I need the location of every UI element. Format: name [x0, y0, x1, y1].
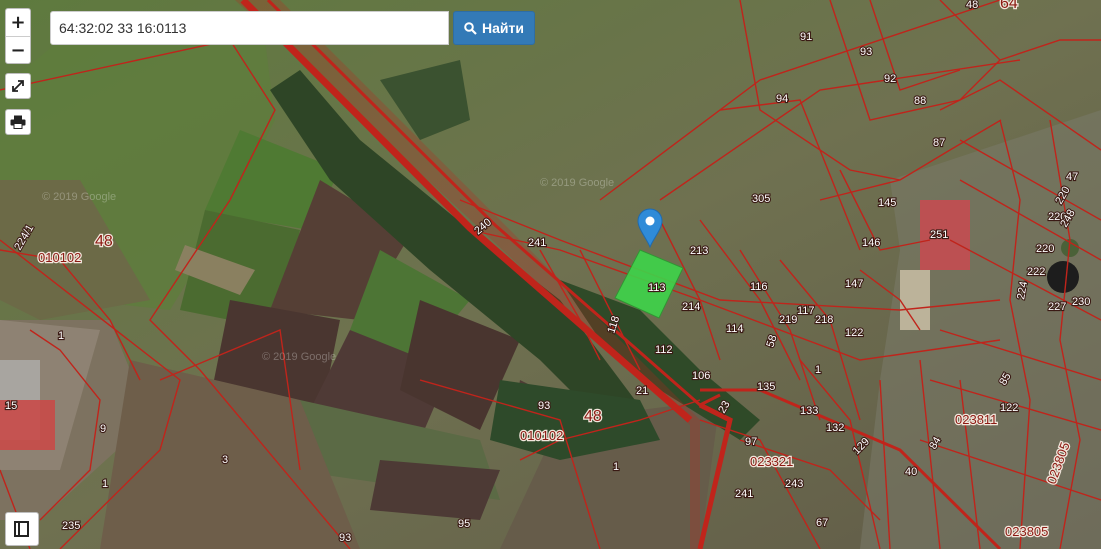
parcel-number-label: 133	[800, 405, 818, 417]
cadastral-map[interactable]: 113 © 2019 Google © 2019 Google © 2019 G…	[0, 0, 1101, 549]
parcel-number-label: 122	[1000, 402, 1018, 414]
zoom-control: + −	[5, 8, 31, 64]
parcel-number-label: 93	[339, 532, 351, 544]
zoom-in-button[interactable]: +	[6, 9, 30, 36]
parcel-number-label: 15	[5, 400, 17, 412]
parcel-number-label: 93	[860, 46, 872, 58]
watermark: © 2019 Google	[42, 191, 116, 203]
parcel-number-label: 1	[58, 330, 64, 342]
zoom-out-button[interactable]: −	[6, 36, 30, 63]
parcel-number-label: 92	[884, 73, 896, 85]
parcel-number-label: 241	[735, 488, 753, 500]
parcel-number-label: 214	[682, 301, 700, 313]
cadastral-search-input[interactable]	[50, 11, 449, 45]
parcel-number-label: 9	[100, 423, 106, 435]
parcel-number-label: 21	[636, 385, 648, 397]
parcel-number-label: 146	[862, 237, 880, 249]
parcel-number-label: 227	[1048, 301, 1066, 313]
parcel-number-label: 243	[785, 478, 803, 490]
quarter-label: 48	[95, 233, 113, 250]
watermark: © 2019 Google	[262, 351, 336, 363]
parcel-number-label: 93	[538, 400, 550, 412]
parcel-number-label: 117	[797, 305, 815, 317]
parcel-number-label: 87	[933, 137, 945, 149]
parcel-number-label: 1	[102, 478, 108, 490]
parcel-number-label: 48	[966, 0, 978, 11]
quarter-label: 010102	[38, 250, 81, 265]
parcel-number-label: 114	[726, 323, 744, 335]
parcel-number-label: 40	[905, 466, 917, 478]
parcel-number-label: 235	[62, 520, 80, 532]
parcel-number-label: 251	[930, 229, 948, 241]
parcel-number-label: 3	[222, 454, 228, 466]
quarter-label: 010102	[520, 428, 563, 443]
quarter-label: 023811	[955, 412, 997, 427]
parcel-number-label: 218	[815, 314, 833, 326]
parcel-number-label: 241	[528, 237, 546, 249]
parcel-number-label: 305	[752, 193, 770, 205]
quarter-label: 64	[1000, 0, 1018, 12]
parcel-number-label: 67	[816, 517, 828, 529]
parcel-number-label: 95	[458, 518, 470, 530]
parcel-number-label: 1	[815, 364, 821, 376]
parcel-number-label: 94	[776, 93, 788, 105]
print-icon	[10, 115, 26, 129]
quarter-label: 023321	[750, 454, 793, 469]
watermark: © 2019 Google	[540, 177, 614, 189]
parcel-number-label: 97	[745, 436, 757, 448]
parcel-number-label: 91	[800, 31, 812, 43]
parcel-number-label: 106	[692, 370, 710, 382]
book-icon	[14, 521, 29, 537]
parcel-number-label: 116	[750, 281, 768, 293]
print-button[interactable]	[5, 109, 31, 135]
parcel-number-label: 132	[826, 422, 844, 434]
layers-button[interactable]	[5, 512, 39, 546]
parcel-number-label: 219	[779, 314, 797, 326]
parcel-number-label: 88	[914, 95, 926, 107]
quarter-label: 48	[584, 408, 602, 425]
parcel-number-label: 145	[878, 197, 896, 209]
parcel-number-label: 213	[690, 245, 708, 257]
search-button-label: Найти	[482, 20, 524, 36]
parcel-number-label: 230	[1072, 296, 1090, 308]
search-icon	[464, 21, 477, 35]
parcel-number-label: 135	[757, 381, 775, 393]
fullscreen-button[interactable]	[5, 73, 31, 99]
parcel-number-label: 122	[845, 327, 863, 339]
parcel-number-label: 1	[613, 461, 619, 473]
parcel-number-label: 220	[1036, 243, 1054, 255]
quarter-label: 023805	[1005, 524, 1048, 539]
parcel-number-label: 222	[1027, 266, 1045, 278]
selected-parcel-label: 113	[648, 282, 666, 294]
expand-icon	[12, 80, 24, 92]
parcel-number-label: 112	[655, 344, 673, 356]
parcel-number-label: 47	[1066, 171, 1078, 183]
parcel-number-label: 147	[845, 278, 863, 290]
search-button[interactable]: Найти	[453, 11, 535, 45]
